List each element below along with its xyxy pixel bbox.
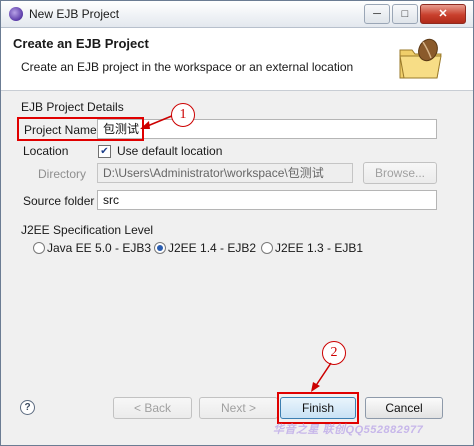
help-icon[interactable]: ? [20, 400, 35, 415]
use-default-location-checkbox[interactable]: ✔ [98, 145, 111, 158]
project-name-highlight [17, 117, 144, 141]
location-label: Location [23, 144, 69, 158]
callout-2-arrow [311, 362, 332, 392]
close-button[interactable]: ✕ [420, 4, 466, 24]
radio-j2ee14[interactable] [154, 242, 166, 254]
page-title: Create an EJB Project [13, 36, 149, 51]
radio-selected-dot [157, 245, 163, 251]
directory-field[interactable]: D:\Users\Administrator\workspace\包测试 [97, 163, 353, 183]
window-title: New EJB Project [29, 7, 120, 21]
directory-label: Directory [38, 167, 87, 181]
cancel-button[interactable]: Cancel [365, 397, 443, 419]
use-default-location-label: Use default location [117, 144, 223, 158]
radio-java-ee5[interactable] [33, 242, 45, 254]
maximize-button[interactable]: □ [392, 4, 418, 24]
back-button[interactable]: < Back [113, 397, 192, 419]
source-folder-label: Source folder [23, 194, 95, 208]
radio-java-ee5-label: Java EE 5.0 - EJB3 [47, 241, 152, 255]
spec-level-group-label: J2EE Specification Level [21, 223, 154, 237]
minimize-button[interactable]: ─ [364, 4, 390, 24]
title-bar: New EJB Project ─ □ ✕ [1, 1, 473, 28]
radio-j2ee14-label: J2EE 1.4 - EJB2 [168, 241, 257, 255]
dialog-window: New EJB Project ─ □ ✕ Create an EJB Proj… [0, 0, 474, 446]
folder-with-bean-icon [399, 38, 442, 79]
watermark-text: 华音之星 联创QQ552882977 [273, 424, 424, 436]
source-folder-field[interactable]: src [97, 190, 437, 210]
radio-j2ee13-label: J2EE 1.3 - EJB1 [275, 241, 364, 255]
next-button[interactable]: Next > [199, 397, 278, 419]
browse-button[interactable]: Browse... [363, 162, 437, 184]
callout-1: 1 [171, 103, 195, 127]
radio-j2ee13[interactable] [261, 242, 273, 254]
eclipse-app-icon [9, 7, 23, 21]
wizard-banner: Create an EJB Project Create an EJB proj… [1, 28, 473, 91]
page-description: Create an EJB project in the workspace o… [21, 60, 354, 74]
finish-highlight [277, 392, 359, 424]
project-details-group-label: EJB Project Details [21, 100, 124, 114]
